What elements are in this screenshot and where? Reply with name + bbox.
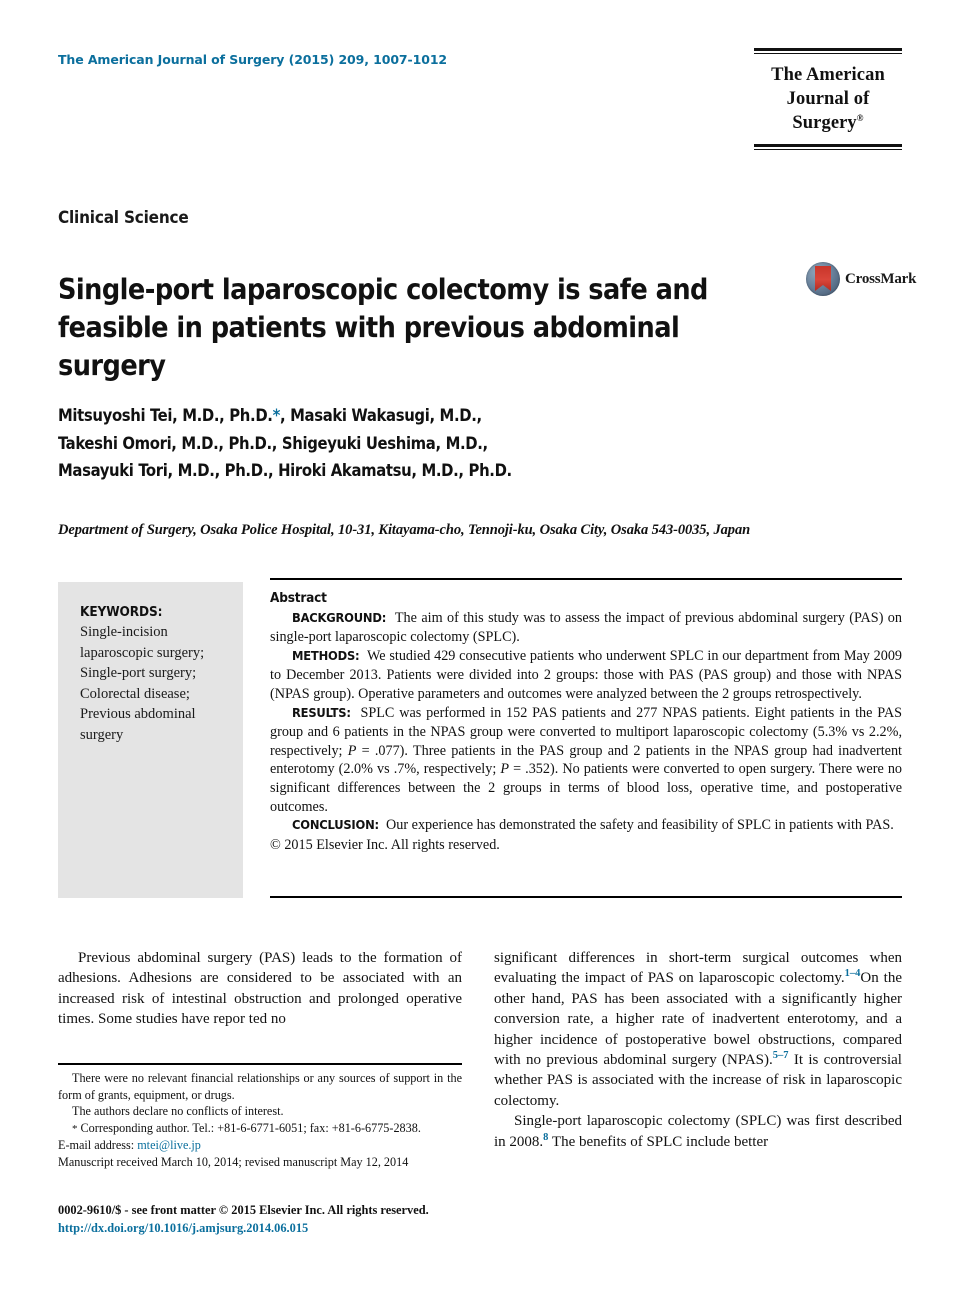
abstract-conclusion: CONCLUSION: Our experience has demonstra… [292, 817, 894, 834]
section-kicker: Clinical Science [58, 208, 189, 228]
footnote-funding: There were no relevant financial relatio… [58, 1071, 462, 1102]
affiliation: Department of Surgery, Osaka Police Hosp… [58, 522, 751, 538]
body-paragraph: significant differences in short-term su… [494, 950, 902, 1109]
body-column-right: significant differences in short-term su… [494, 948, 902, 1152]
logo-line-1: The American [771, 65, 885, 85]
abstract-rule-top [270, 578, 902, 580]
email-link[interactable]: mtei@live.jp [137, 1138, 201, 1152]
body-paragraph: Single-port laparoscopic colectomy (SPLC… [494, 1113, 902, 1150]
journal-citation: The American Journal of Surgery (2015) 2… [58, 52, 448, 67]
author-list: Mitsuyoshi Tei, M.D., Ph.D.*, Masaki Wak… [58, 402, 758, 485]
logo-rule-bottom [754, 144, 902, 151]
page-footer: 0002-9610/$ - see front matter © 2015 El… [58, 1202, 578, 1237]
keywords-box: KEYWORDS: Single-incision laparoscopic s… [58, 582, 243, 898]
masthead: The American Journal of Surgery (2015) 2… [58, 48, 902, 168]
logo-text: The American Journal of Surgery® [754, 63, 902, 135]
doi-link[interactable]: http://dx.doi.org/10.1016/j.amjsurg.2014… [58, 1220, 578, 1238]
keywords-heading: KEYWORDS: [80, 604, 163, 620]
abstract: Abstract BACKGROUND: The aim of this stu… [270, 589, 902, 854]
footnote-email: E-mail address: mtei@live.jp [58, 1138, 201, 1153]
footnote-corresponding: * Corresponding author. Tel.: +81-6-6771… [72, 1120, 421, 1135]
footnote-conflicts: The authors declare no conflicts of inte… [72, 1104, 284, 1119]
crossmark-icon [806, 262, 840, 296]
citation-ref[interactable]: 1–4 [845, 968, 861, 980]
citation-ref[interactable]: 5–7 [773, 1050, 789, 1061]
footnote-rule [58, 1063, 462, 1065]
logo-rule-top [754, 48, 902, 54]
crossmark-badge[interactable]: CrossMark [806, 258, 916, 300]
abstract-background: BACKGROUND: The aim of this study was to… [270, 609, 902, 646]
abstract-rule-bottom [270, 896, 902, 898]
keywords-list: Single-incision laparoscopic surgery; Si… [80, 624, 205, 743]
footnotes: There were no relevant financial relatio… [58, 1070, 462, 1171]
abstract-copyright: © 2015 Elsevier Inc. All rights reserved… [270, 836, 500, 853]
body-column-left: Previous abdominal surgery (PAS) leads t… [58, 948, 462, 1030]
author-line-1: Mitsuyoshi Tei, M.D., Ph.D.*, Masaki Wak… [58, 406, 482, 425]
footnote-manuscript-dates: Manuscript received March 10, 2014; revi… [58, 1154, 409, 1169]
issn-line: 0002-9610/$ - see front matter © 2015 El… [58, 1203, 429, 1217]
crossmark-label: CrossMark [845, 270, 917, 287]
body-paragraph: Previous abdominal surgery (PAS) leads t… [58, 950, 462, 1028]
logo-line-2: Journal of Surgery® [786, 89, 870, 134]
author-line-2: Takeshi Omori, M.D., Ph.D., Shigeyuki Ue… [58, 433, 488, 453]
journal-logo: The American Journal of Surgery® [754, 48, 902, 151]
page-title: Single-port laparoscopic colectomy is sa… [58, 273, 708, 383]
corresponding-author-marker[interactable]: * [273, 406, 281, 425]
author-line-3: Masayuki Tori, M.D., Ph.D., Hiroki Akama… [58, 461, 512, 480]
abstract-heading: Abstract [270, 590, 327, 606]
abstract-methods: METHODS: We studied 429 consecutive pati… [270, 647, 903, 702]
abstract-results: RESULTS: SPLC was performed in 152 PAS p… [270, 704, 903, 815]
article-page: The American Journal of Surgery (2015) 2… [0, 0, 960, 1290]
